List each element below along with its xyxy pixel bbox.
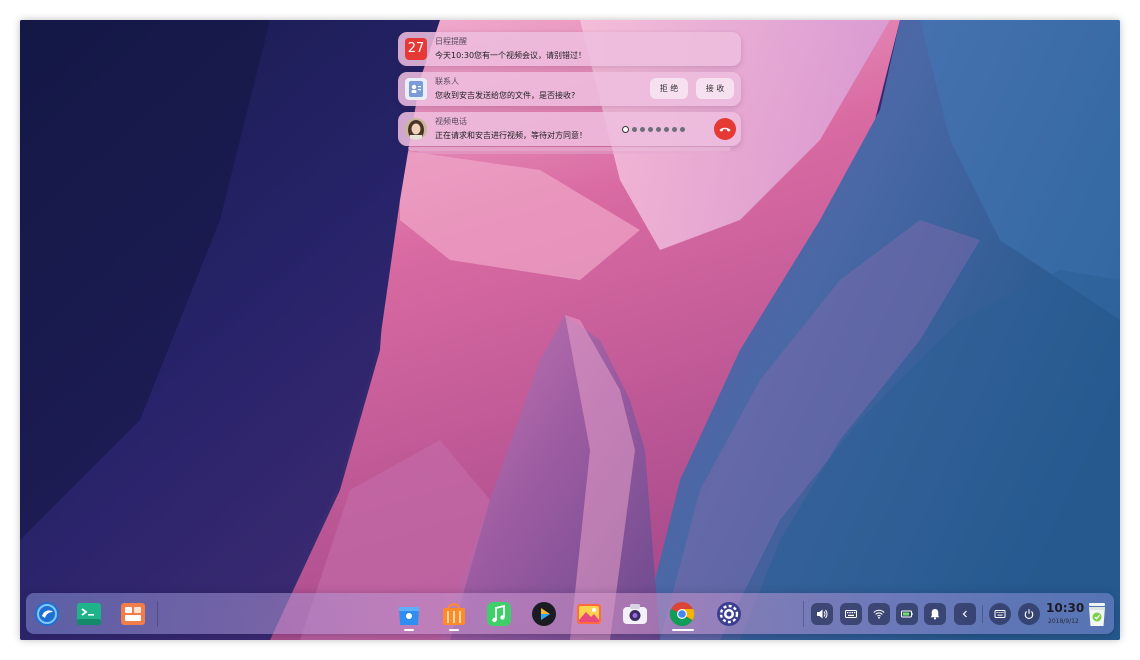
contacts-icon [405,78,427,100]
phone-hangup-icon [719,127,731,132]
wifi-icon [873,609,885,619]
onscreen-keyboard-icon [994,610,1006,618]
notification-app-name: 视频电话 [435,117,467,126]
pager-dot [672,127,677,132]
deepin-store-icon[interactable] [441,601,467,627]
running-indicator [404,629,414,631]
hang-up-button[interactable] [714,118,736,140]
collapse-arrow-icon [962,610,967,618]
settings-icon[interactable] [716,601,742,627]
image-viewer-icon[interactable] [576,601,602,627]
notification-bell-icon [930,609,940,620]
notification-calendar[interactable]: 27 日程提醒 今天10:30您有一个视频会议，请别错过！ [398,32,741,66]
keyboard-layout-button[interactable] [840,603,862,625]
running-indicator [672,629,694,631]
camera-icon[interactable] [622,601,648,627]
pager-dot [640,127,645,132]
launcher-icon[interactable] [34,601,60,627]
desktop: 27 日程提醒 今天10:30您有一个视频会议，请别错过！ 联系人 您收到安吉发… [20,20,1120,640]
multitask-icon[interactable] [120,601,146,627]
running-indicator [449,629,459,631]
volume-icon [817,609,828,619]
pager-dot [632,127,637,132]
keyboard-icon [845,610,857,618]
terminal-icon[interactable] [76,601,102,627]
notification-body: 今天10:30您有一个视频会议，请别错过！ [435,51,587,60]
notification-stack-edge [418,151,721,154]
pager-dot [656,127,661,132]
battery-button[interactable] [896,603,918,625]
call-progress-dots [622,126,685,133]
power-icon [1024,609,1034,619]
avatar [405,118,427,140]
dock-separator [803,601,804,627]
calendar-icon: 27 [405,38,427,60]
notification-app-name: 联系人 [435,77,459,86]
calendar-day: 27 [405,38,427,60]
tray-collapse-button[interactable] [954,603,976,625]
dock: 10:30 2018/9/12 [26,593,1114,634]
movie-icon[interactable] [531,601,557,627]
battery-icon [901,610,913,618]
onscreen-keyboard-button[interactable] [989,603,1011,625]
pager-dot [622,126,629,133]
notification-body: 您收到安吉发送给您的文件，是否接收? [435,91,576,100]
accept-button[interactable]: 接 收 [696,78,734,99]
wifi-button[interactable] [868,603,890,625]
clock-date[interactable]: 2018/9/12 [1048,618,1079,625]
chrome-icon[interactable] [669,601,695,627]
volume-button[interactable] [811,603,833,625]
notification-video-call[interactable]: 视频电话 正在请求和安吉进行视频，等待对方同意！ [398,112,741,146]
power-button[interactable] [1018,603,1040,625]
pager-dot [648,127,653,132]
reject-button[interactable]: 拒 绝 [650,78,688,99]
notification-app-name: 日程提醒 [435,37,467,46]
notification-contacts[interactable]: 联系人 您收到安吉发送给您的文件，是否接收? 拒 绝 接 收 [398,72,741,106]
music-icon[interactable] [486,601,512,627]
pager-dot [664,127,669,132]
notification-center-button[interactable] [924,603,946,625]
clock-time[interactable]: 10:30 [1046,601,1084,615]
trash-icon[interactable] [1084,600,1110,628]
pager-dot [680,127,685,132]
notification-body: 正在请求和安吉进行视频，等待对方同意！ [435,131,587,140]
app-store-icon[interactable] [396,601,422,627]
dock-separator [982,605,983,623]
dock-separator [157,601,158,627]
